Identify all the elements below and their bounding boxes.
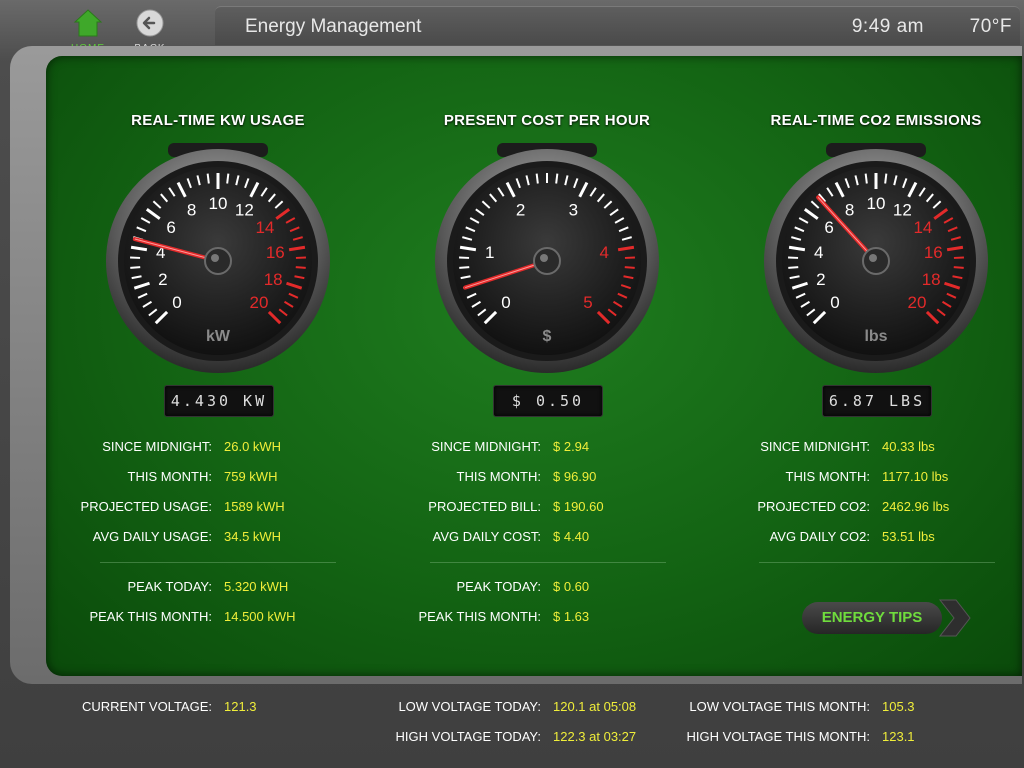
stat-value: 2462.96 lbs: [882, 499, 950, 514]
kw-gauge: 0 2 4 6 8 10 12 14 16 18 20 kW: [103, 143, 333, 373]
gauge-minor-tick: [624, 266, 635, 269]
gauge-tick-label: 18: [922, 270, 941, 289]
low-voltage-month-label: LOW VOLTAGE THIS MONTH:: [689, 699, 870, 714]
gauge-tick-label: 4: [600, 243, 609, 262]
co2-stat-row: THIS MONTH: 1177.10 lbs: [0, 469, 949, 487]
co2-stat-row: SINCE MIDNIGHT: 40.33 lbs: [0, 439, 935, 457]
gauge-tick-label: 12: [893, 200, 912, 219]
kw-section-title: REAL-TIME KW USAGE: [131, 112, 305, 129]
gauge-tick-label: 2: [516, 200, 525, 219]
gauge-tick-label: 14: [255, 218, 274, 237]
temperature: 70°F: [969, 16, 1012, 37]
cost-gauge: 0 1 2 3 4 5 $: [432, 143, 662, 373]
gauge-tick-label: 10: [209, 194, 228, 213]
gauge-hub-highlight: [211, 254, 219, 262]
gauge-tick-label: 10: [867, 194, 886, 213]
high-voltage-month-row: HIGH VOLTAGE THIS MONTH: 123.1: [0, 729, 915, 747]
gauge-tick-label: 16: [924, 243, 943, 262]
voltage-info: CURRENT VOLTAGE: 121.3 LOW VOLTAGE TODAY…: [0, 684, 1024, 768]
cost-lcd-readout: $ 0.50: [493, 385, 603, 417]
energy-tips-button[interactable]: ENERGY TIPS: [802, 599, 971, 637]
page-title: Energy Management: [245, 16, 422, 37]
stat-label: PROJECTED CO2:: [757, 499, 870, 514]
stat-label: PEAK THIS MONTH:: [418, 609, 541, 624]
arrow-right-icon: [938, 599, 971, 637]
gauge-minor-tick: [226, 173, 230, 184]
gauge-minor-tick: [788, 266, 799, 269]
gauge-tick-label: 1: [485, 243, 494, 262]
stat-label: SINCE MIDNIGHT:: [760, 439, 870, 454]
stat-value: $ 1.63: [553, 609, 590, 624]
gauge-tick-label: 8: [187, 200, 196, 219]
gauge-unit-label: lbs: [864, 328, 887, 345]
co2-gauge-svg: 02 468 10 1214 16 18 20 lbs: [764, 143, 988, 373]
house-icon: [73, 9, 103, 37]
kw-gauge-svg: 02468 10 1214161820kW: [106, 143, 330, 373]
gauge-tick-label: 0: [830, 293, 839, 312]
co2-lcd-readout: 6.87 LBS: [822, 385, 932, 417]
gauge-minor-tick: [884, 173, 888, 184]
kw-lcd-readout: 4.430 KW: [164, 385, 274, 417]
gauge-minor-tick: [953, 266, 964, 269]
gauge-tick-label: 2: [816, 270, 825, 289]
gauge-hub-highlight: [540, 254, 548, 262]
gauge-tick-label: 0: [501, 293, 510, 312]
kw-divider: [100, 562, 336, 563]
gauge-minor-tick: [535, 173, 539, 184]
gauge-unit-label: kW: [206, 328, 231, 345]
gauge-unit-label: $: [543, 328, 552, 345]
gauge-minor-tick: [295, 266, 306, 269]
stat-value: $ 0.60: [553, 579, 590, 594]
gauge-hub-highlight: [869, 254, 877, 262]
gauge-tick-label: 14: [913, 218, 932, 237]
cost-section-title: PRESENT COST PER HOUR: [443, 112, 651, 129]
gauge-minor-tick: [459, 266, 470, 269]
stat-label: THIS MONTH:: [785, 469, 871, 484]
cost-peak-row: PEAK TODAY: $ 0.60: [0, 579, 589, 597]
low-voltage-month-value: 105.3: [882, 699, 915, 714]
gauge-tick-label: 18: [264, 270, 283, 289]
cost-gauge-svg: 0 1 2 3 4 5 $: [435, 143, 659, 373]
high-voltage-month-value: 123.1: [882, 729, 915, 744]
gauge-tick-label: 0: [172, 293, 181, 312]
high-voltage-month-label: HIGH VOLTAGE THIS MONTH:: [686, 729, 870, 744]
gauge-minor-tick: [864, 173, 868, 184]
energy-tips-label: ENERGY TIPS: [802, 602, 942, 634]
gauge-tick-label: 12: [235, 200, 254, 219]
gauge-tick-label: 20: [908, 293, 927, 312]
gauge-tick-label: 6: [824, 218, 833, 237]
gauge-tick-label: 4: [814, 243, 823, 262]
gauge-tick-label: 8: [845, 200, 854, 219]
low-voltage-month-row: LOW VOLTAGE THIS MONTH: 105.3: [0, 699, 914, 717]
co2-gauge: 0 2 4 6 8 10 12 14 16 18 20 lbs: [761, 143, 991, 373]
stat-label: PEAK TODAY:: [456, 579, 541, 594]
stat-value: 1177.10 lbs: [882, 469, 949, 484]
gauge-minor-tick: [130, 266, 141, 269]
gauge-minor-tick: [206, 173, 210, 184]
stat-label: AVG DAILY CO2:: [769, 529, 870, 544]
cost-peak-row: PEAK THIS MONTH: $ 1.63: [0, 609, 589, 627]
co2-section-title: REAL-TIME CO2 EMISSIONS: [770, 112, 982, 129]
co2-stat-row: AVG DAILY CO2: 53.51 lbs: [0, 529, 935, 547]
gauge-hub: [204, 247, 232, 275]
gauge-tick-label: 6: [166, 218, 175, 237]
cost-divider: [430, 562, 666, 563]
stat-value: 53.51 lbs: [882, 529, 935, 544]
gauge-tick-label: 2: [158, 270, 167, 289]
back-arrow-icon: [136, 9, 164, 37]
stat-value: 40.33 lbs: [882, 439, 935, 454]
gauge-hub: [862, 247, 890, 275]
gauge-hub: [533, 247, 561, 275]
gauge-tick-label: 16: [266, 243, 285, 262]
gauge-tick-label: 3: [569, 200, 578, 219]
clock: 9:49 am: [851, 16, 924, 37]
co2-divider: [759, 562, 995, 563]
gauge-tick-label: 5: [583, 293, 592, 312]
co2-stat-row: PROJECTED CO2: 2462.96 lbs: [0, 499, 949, 517]
gauge-tick-label: 20: [250, 293, 269, 312]
gauge-minor-tick: [555, 173, 559, 184]
